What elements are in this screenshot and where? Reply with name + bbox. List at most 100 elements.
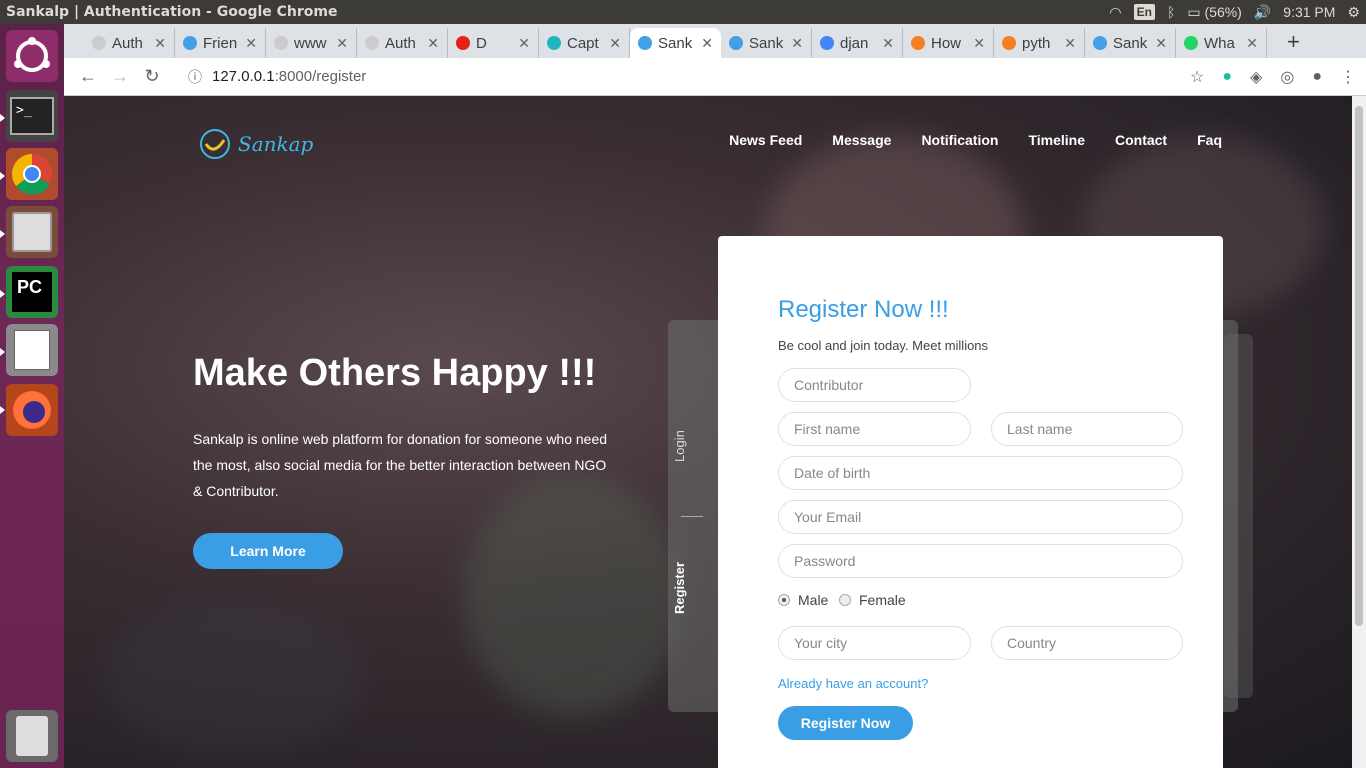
nav-timeline[interactable]: Timeline bbox=[1028, 132, 1085, 148]
tab-close-icon[interactable]: ✕ bbox=[1155, 35, 1167, 52]
url-path: :8000/register bbox=[274, 68, 367, 85]
menu-dots-icon[interactable]: ⋮ bbox=[1340, 67, 1356, 87]
sankalp-icon bbox=[638, 36, 652, 50]
bluetooth-icon[interactable]: ᛒ bbox=[1167, 4, 1175, 20]
grammarly-icon[interactable]: ● bbox=[1222, 68, 1232, 86]
tab-close-icon[interactable]: ✕ bbox=[973, 35, 985, 52]
file-cabinet-icon bbox=[12, 212, 52, 252]
tab-login[interactable]: Login bbox=[672, 430, 687, 462]
tab-title: pyth bbox=[1022, 34, 1051, 52]
tab-close-icon[interactable]: ✕ bbox=[1246, 35, 1258, 52]
browser-tab[interactable]: Wha ✕ bbox=[1176, 28, 1267, 58]
country-field[interactable] bbox=[991, 626, 1183, 660]
tab-close-icon[interactable]: ✕ bbox=[427, 35, 439, 52]
sankalp-icon bbox=[729, 36, 743, 50]
password-field[interactable] bbox=[778, 544, 1183, 578]
profile-avatar[interactable]: ● bbox=[1312, 68, 1322, 86]
gender-female-option[interactable]: Female bbox=[839, 592, 906, 608]
tab-title: D bbox=[476, 34, 487, 52]
scrollbar-thumb[interactable] bbox=[1355, 106, 1363, 626]
tab-title: Frien bbox=[203, 34, 238, 52]
first-name-field[interactable] bbox=[778, 412, 971, 446]
register-card: Register Now !!! Be cool and join today.… bbox=[718, 236, 1223, 768]
chrome-launcher[interactable] bbox=[6, 148, 58, 200]
tab-close-icon[interactable]: ✕ bbox=[882, 35, 894, 52]
pycharm-icon: PC bbox=[12, 272, 52, 312]
browser-tab[interactable]: How ✕ bbox=[903, 28, 994, 58]
battery-indicator[interactable]: ▭ (56%) bbox=[1187, 4, 1241, 21]
tab-close-icon[interactable]: ✕ bbox=[791, 35, 803, 52]
extension-icon[interactable]: ◈ bbox=[1250, 67, 1262, 87]
browser-tab[interactable]: D ✕ bbox=[448, 28, 539, 58]
text-editor-launcher[interactable] bbox=[6, 324, 58, 376]
last-name-field[interactable] bbox=[991, 412, 1183, 446]
tab-close-icon[interactable]: ✕ bbox=[336, 35, 348, 52]
files-launcher[interactable] bbox=[6, 206, 58, 258]
browser-tab[interactable]: pyth ✕ bbox=[994, 28, 1085, 58]
login-link[interactable]: Already have an account? bbox=[778, 676, 928, 691]
main-nav: News Feed Message Notification Timeline … bbox=[729, 132, 1222, 148]
url-host: 127.0.0.1 bbox=[212, 68, 275, 85]
settings-gear-icon[interactable]: ⚙ bbox=[1347, 4, 1360, 21]
bookmark-star-icon[interactable]: ☆ bbox=[1190, 67, 1204, 87]
forward-arrow-icon[interactable]: → bbox=[104, 66, 136, 87]
trash-launcher[interactable] bbox=[6, 710, 58, 762]
back-arrow-icon[interactable]: ← bbox=[72, 66, 104, 87]
info-icon[interactable]: ⓘ bbox=[188, 67, 202, 87]
reload-icon[interactable]: ↻ bbox=[136, 66, 168, 87]
browser-tab[interactable]: Sank ✕ bbox=[630, 28, 721, 58]
system-tray: ◠ En ᛒ ▭ (56%) 🔊 9:31 PM ⚙ bbox=[1109, 0, 1360, 24]
page-icon bbox=[365, 36, 379, 50]
site-logo[interactable]: Sankap bbox=[198, 128, 313, 160]
tab-close-icon[interactable]: ✕ bbox=[701, 35, 713, 52]
city-field[interactable] bbox=[778, 626, 971, 660]
browser-tab[interactable]: www ✕ bbox=[266, 28, 357, 58]
tab-close-icon[interactable]: ✕ bbox=[1064, 35, 1076, 52]
battery-icon: ▭ bbox=[1187, 3, 1201, 20]
tab-close-icon[interactable]: ✕ bbox=[518, 35, 530, 52]
volume-icon[interactable]: 🔊 bbox=[1254, 4, 1271, 21]
tab-title: Wha bbox=[1204, 34, 1235, 52]
nav-faq[interactable]: Faq bbox=[1197, 132, 1222, 148]
ubuntu-dash-button[interactable] bbox=[6, 30, 58, 82]
tab-close-icon[interactable]: ✕ bbox=[154, 35, 166, 52]
learn-more-button[interactable]: Learn More bbox=[193, 533, 343, 569]
form-title: Register Now !!! bbox=[778, 296, 949, 323]
nav-notification[interactable]: Notification bbox=[921, 132, 998, 148]
browser-tab[interactable]: Auth ✕ bbox=[357, 28, 448, 58]
pycharm-launcher[interactable]: PC bbox=[6, 266, 58, 318]
tab-close-icon[interactable]: ✕ bbox=[245, 35, 257, 52]
tab-title: Auth bbox=[385, 34, 416, 52]
address-bar[interactable]: ⓘ 127.0.0.1:8000/register bbox=[188, 67, 366, 87]
role-select[interactable] bbox=[778, 368, 971, 402]
browser-tab[interactable]: Auth ✕ bbox=[84, 28, 175, 58]
new-tab-button[interactable]: + bbox=[1287, 28, 1300, 58]
browser-tab[interactable]: Frien ✕ bbox=[175, 28, 266, 58]
nav-news-feed[interactable]: News Feed bbox=[729, 132, 802, 148]
extension-icon[interactable]: ◎ bbox=[1280, 67, 1294, 87]
register-submit-button[interactable]: Register Now bbox=[778, 706, 913, 740]
hero-text: Sankalp is online web platform for donat… bbox=[193, 431, 608, 499]
google-icon bbox=[820, 36, 834, 50]
gender-male-option[interactable]: Male bbox=[778, 592, 828, 608]
dob-field[interactable] bbox=[778, 456, 1183, 490]
firefox-launcher[interactable] bbox=[6, 384, 58, 436]
browser-tab[interactable]: Capt ✕ bbox=[539, 28, 630, 58]
radio-female[interactable] bbox=[839, 594, 851, 606]
ubuntu-logo-icon bbox=[14, 37, 50, 72]
terminal-launcher[interactable]: >_ bbox=[6, 90, 58, 142]
keyboard-language[interactable]: En bbox=[1133, 4, 1155, 20]
wifi-icon[interactable]: ◠ bbox=[1109, 4, 1121, 21]
browser-tab[interactable]: Sank ✕ bbox=[721, 28, 812, 58]
email-field[interactable] bbox=[778, 500, 1183, 534]
browser-tab[interactable]: Sank ✕ bbox=[1085, 28, 1176, 58]
page-scrollbar[interactable] bbox=[1352, 96, 1366, 768]
radio-male[interactable] bbox=[778, 594, 790, 606]
nav-message[interactable]: Message bbox=[832, 132, 891, 148]
browser-tab[interactable]: djan ✕ bbox=[812, 28, 903, 58]
tab-close-icon[interactable]: ✕ bbox=[609, 35, 621, 52]
nav-contact[interactable]: Contact bbox=[1115, 132, 1167, 148]
tab-title: Capt bbox=[567, 34, 599, 52]
clock[interactable]: 9:31 PM bbox=[1283, 4, 1335, 20]
tab-register[interactable]: Register bbox=[672, 562, 687, 614]
